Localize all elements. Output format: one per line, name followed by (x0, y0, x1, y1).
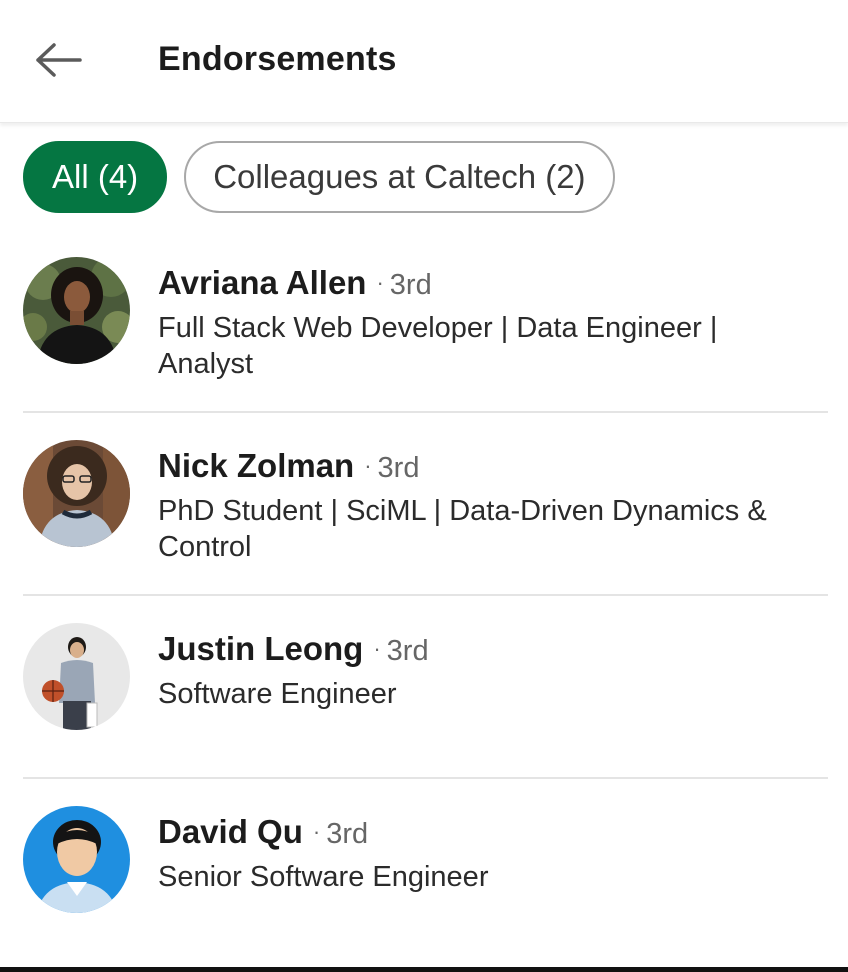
filter-chips: All (4) Colleagues at Caltech (2) (23, 141, 615, 213)
endorser-headline: Full Stack Web Developer | Data Engineer… (158, 312, 718, 380)
endorser-item[interactable]: Justin Leong · 3rd Software Engineer (0, 596, 848, 779)
filter-chip-all[interactable]: All (4) (23, 141, 168, 213)
bottom-edge (0, 967, 848, 972)
app-header: Endorsements (0, 0, 848, 123)
endorser-headline: PhD Student | SciML | Data-Driven Dynami… (158, 495, 767, 563)
endorser-headline: Senior Software Engineer (158, 861, 489, 893)
endorser-info: Nick Zolman · 3rd PhD Student | SciML | D… (158, 447, 818, 565)
endorser-item[interactable]: David Qu · 3rd Senior Software Engineer (0, 779, 848, 962)
connection-degree: · 3rd (376, 269, 432, 301)
endorser-name[interactable]: David Qu (158, 813, 303, 851)
endorser-name[interactable]: Nick Zolman (158, 447, 354, 485)
endorser-name[interactable]: Justin Leong (158, 630, 363, 668)
back-button[interactable] (28, 36, 88, 88)
endorser-info: David Qu · 3rd Senior Software Engineer (158, 813, 818, 895)
endorser-info: Justin Leong · 3rd Software Engineer (158, 630, 818, 712)
endorser-info: Avriana Allen · 3rd Full Stack Web Develo… (158, 264, 818, 382)
endorser-name[interactable]: Avriana Allen (158, 264, 366, 302)
avatar[interactable] (23, 440, 130, 547)
connection-degree: · 3rd (364, 452, 420, 484)
endorser-list: Avriana Allen · 3rd Full Stack Web Develo… (0, 230, 848, 962)
arrow-left-icon (32, 40, 84, 85)
connection-degree: · 3rd (373, 635, 429, 667)
endorser-item[interactable]: Avriana Allen · 3rd Full Stack Web Develo… (0, 230, 848, 413)
filter-chip-colleagues[interactable]: Colleagues at Caltech (2) (184, 141, 615, 213)
endorser-item[interactable]: Nick Zolman · 3rd PhD Student | SciML | D… (0, 413, 848, 596)
endorser-headline: Software Engineer (158, 678, 397, 710)
avatar[interactable] (23, 806, 130, 913)
connection-degree: · 3rd (312, 818, 369, 850)
page-title: Endorsements (158, 40, 397, 78)
avatar[interactable] (23, 257, 130, 364)
avatar[interactable] (23, 623, 130, 730)
